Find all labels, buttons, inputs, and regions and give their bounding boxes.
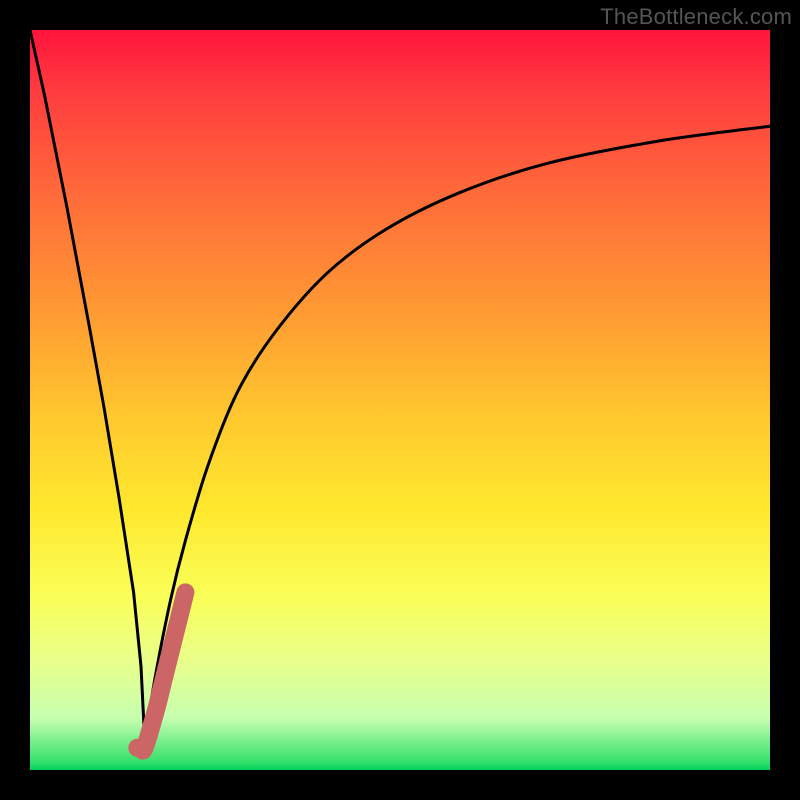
highlight-segment bbox=[137, 592, 185, 750]
curve-layer bbox=[30, 30, 770, 770]
curve-left-branch bbox=[30, 30, 145, 740]
plot-area bbox=[30, 30, 770, 770]
chart-frame: TheBottleneck.com bbox=[0, 0, 800, 800]
watermark-text: TheBottleneck.com bbox=[600, 4, 792, 30]
curve-right-branch bbox=[145, 126, 770, 740]
